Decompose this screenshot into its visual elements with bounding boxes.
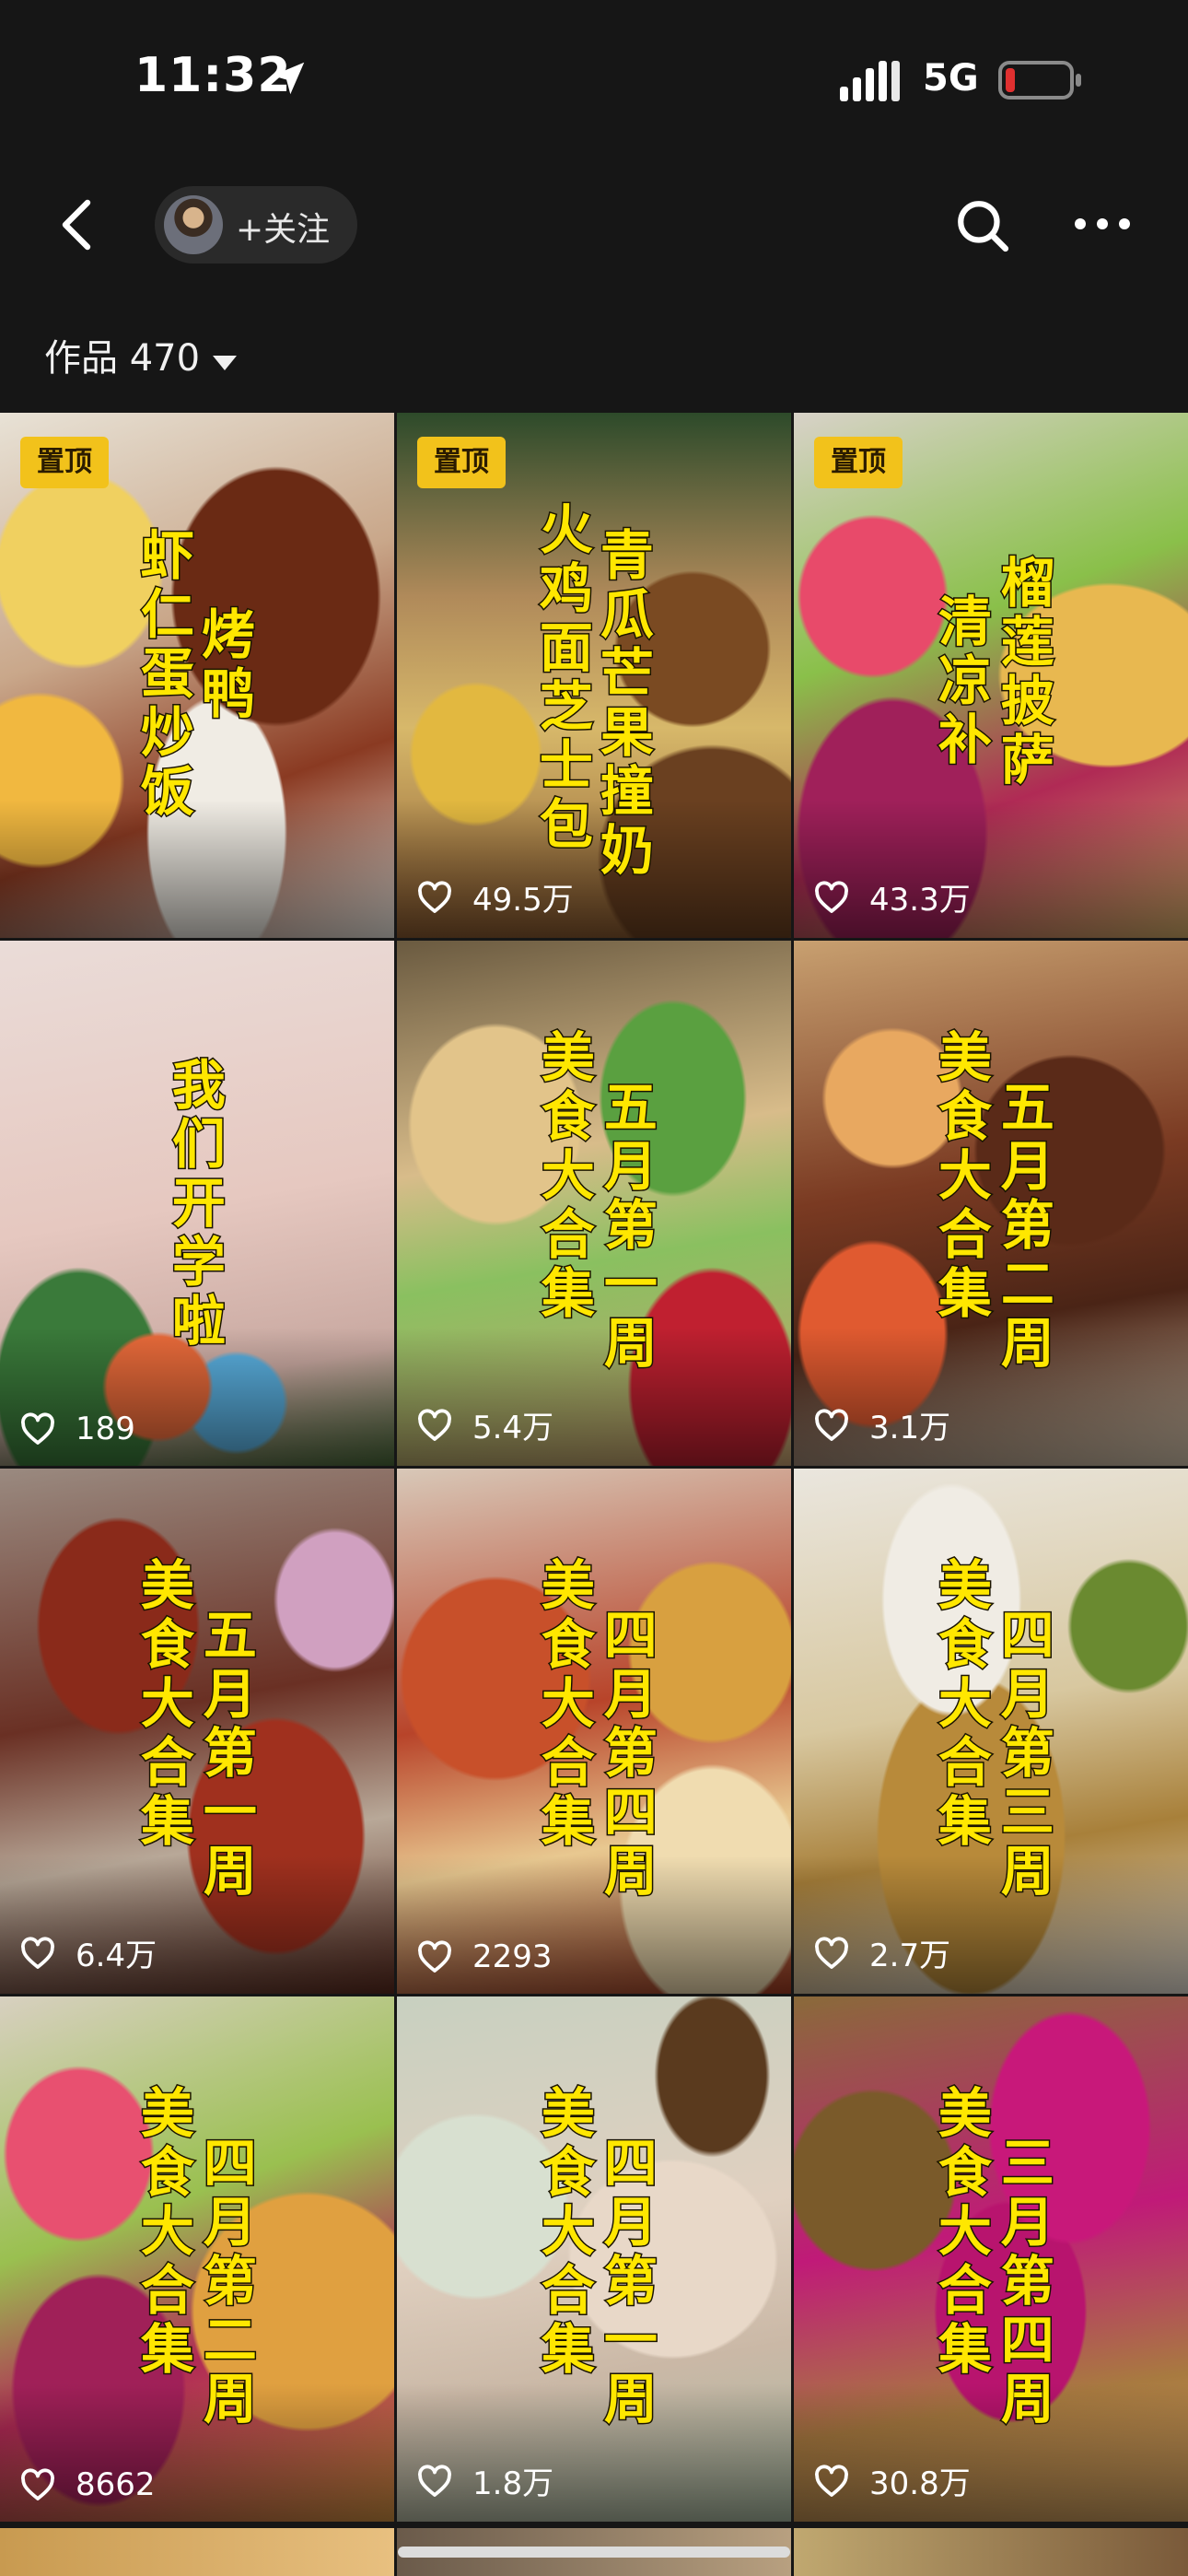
video-tile[interactable]: 五月第一周 美食大合集 6.4万 (0, 1469, 394, 1994)
heart-icon (21, 2468, 54, 2500)
tile-caption: 五月第一周 (192, 1606, 258, 1903)
video-tile[interactable]: 我们开学啦 189 (0, 941, 394, 1466)
video-tile[interactable]: 四月第三周 美食大合集 2.7万 (794, 1469, 1188, 1994)
cellular-signal-icon (840, 61, 900, 101)
tile-caption: 虾仁蛋炒饭 (130, 526, 195, 824)
like-count: 6.4万 (20, 1930, 157, 1975)
heart-icon (815, 1936, 848, 1969)
video-tile[interactable]: 三月第四周 美食大合集 30.8万 (794, 1996, 1188, 2522)
video-tile[interactable]: 四月第二周 美食大合集 8662 (0, 1996, 394, 2522)
like-count: 1.8万 (417, 2458, 553, 2503)
tile-caption: 美食大合集 (130, 2084, 195, 2382)
tile-caption: 四月第二周 (192, 2134, 258, 2431)
tile-caption: 四月第四周 (593, 1606, 658, 1903)
like-count: 5.4万 (417, 1402, 553, 1447)
like-count-value: 2293 (472, 1938, 553, 1975)
like-count-value: 43.3万 (869, 882, 971, 919)
heart-icon (815, 1408, 848, 1441)
back-chevron-icon[interactable] (53, 197, 99, 252)
like-count-value: 1.8万 (472, 2465, 554, 2502)
like-count: 43.3万 (814, 874, 971, 919)
tile-caption: 美食大合集 (530, 1028, 596, 1326)
video-tile[interactable]: 置顶 烤鸭 虾仁蛋炒饭 (0, 413, 394, 938)
network-type: 5G (923, 57, 979, 100)
tile-caption: 五月第一周 (593, 1078, 658, 1376)
works-count-label: 作品 470 (44, 337, 201, 380)
avatar[interactable] (164, 195, 223, 254)
heart-icon (418, 1408, 451, 1441)
tile-caption: 清凉补 (927, 592, 993, 772)
video-tile[interactable]: 四月第四周 美食大合集 2293 (397, 1469, 791, 1994)
heart-icon (815, 2464, 848, 2497)
tile-caption: 烤鸭 (191, 605, 256, 726)
tile-caption: 美食大合集 (130, 1556, 195, 1854)
location-arrow-icon (272, 62, 305, 95)
heart-icon (21, 1936, 54, 1969)
like-count-value: 6.4万 (76, 1938, 157, 1974)
like-count: 30.8万 (814, 2458, 971, 2503)
tile-caption: 火鸡面芝士包 (529, 500, 594, 857)
tile-caption: 榴莲披萨 (990, 554, 1055, 792)
like-count: 49.5万 (417, 874, 574, 919)
like-count-value: 3.1万 (869, 1410, 951, 1446)
status-bar: 11:32 5G (0, 0, 1188, 166)
like-count-value: 2.7万 (869, 1938, 951, 1974)
battery-icon (998, 61, 1081, 100)
tile-caption: 美食大合集 (530, 2084, 596, 2382)
like-count-value: 49.5万 (472, 882, 574, 919)
works-filter[interactable]: 作品 470 (44, 328, 238, 383)
tile-caption: 青瓜芒果撞奶 (589, 526, 655, 883)
like-count: 2.7万 (814, 1930, 950, 1975)
heart-icon (418, 880, 451, 913)
like-count-value: 8662 (76, 2466, 156, 2503)
follow-label: +关注 (236, 211, 331, 249)
pinned-badge: 置顶 (417, 437, 506, 488)
video-tile[interactable]: 五月第二周 美食大合集 3.1万 (794, 941, 1188, 1466)
heart-icon (418, 2464, 451, 2497)
pinned-badge: 置顶 (814, 437, 903, 488)
like-count: 2293 (417, 1938, 553, 1975)
tile-caption: 五月第二周 (990, 1078, 1055, 1376)
tile-caption: 四月第三周 (990, 1606, 1055, 1903)
tile-caption: 四月第一周 (593, 2134, 658, 2431)
video-tile-peek[interactable] (794, 2528, 1188, 2576)
tile-caption: 美食大合集 (927, 1028, 993, 1326)
like-count: 3.1万 (814, 1402, 950, 1447)
tile-caption: 美食大合集 (530, 1556, 596, 1854)
heart-icon (418, 1940, 451, 1973)
pinned-badge: 置顶 (20, 437, 109, 488)
video-tile[interactable]: 置顶 榴莲披萨 清凉补 43.3万 (794, 413, 1188, 938)
like-count: 189 (20, 1411, 135, 1447)
heart-icon (21, 1412, 54, 1445)
top-nav: +关注 (0, 175, 1188, 276)
tile-caption: 美食大合集 (927, 1556, 993, 1854)
tile-caption: 我们开学啦 (161, 1056, 227, 1353)
heart-icon (815, 880, 848, 913)
like-count-value: 30.8万 (869, 2465, 971, 2502)
home-indicator[interactable] (398, 2547, 790, 2558)
video-tile-peek[interactable] (0, 2528, 394, 2576)
like-count-value: 189 (76, 1411, 135, 1447)
more-options-icon[interactable] (1072, 216, 1133, 232)
search-icon[interactable] (954, 197, 1011, 254)
like-count: 8662 (20, 2466, 156, 2503)
video-tile[interactable]: 四月第一周 美食大合集 1.8万 (397, 1996, 791, 2522)
like-count-value: 5.4万 (472, 1410, 554, 1446)
dropdown-caret-icon (213, 355, 238, 370)
tile-caption: 三月第四周 (990, 2134, 1055, 2431)
follow-button[interactable]: +关注 (155, 186, 357, 263)
tile-caption: 美食大合集 (927, 2084, 993, 2382)
video-tile[interactable]: 五月第一周 美食大合集 5.4万 (397, 941, 791, 1466)
video-tile[interactable]: 置顶 青瓜芒果撞奶 火鸡面芝士包 49.5万 (397, 413, 791, 938)
